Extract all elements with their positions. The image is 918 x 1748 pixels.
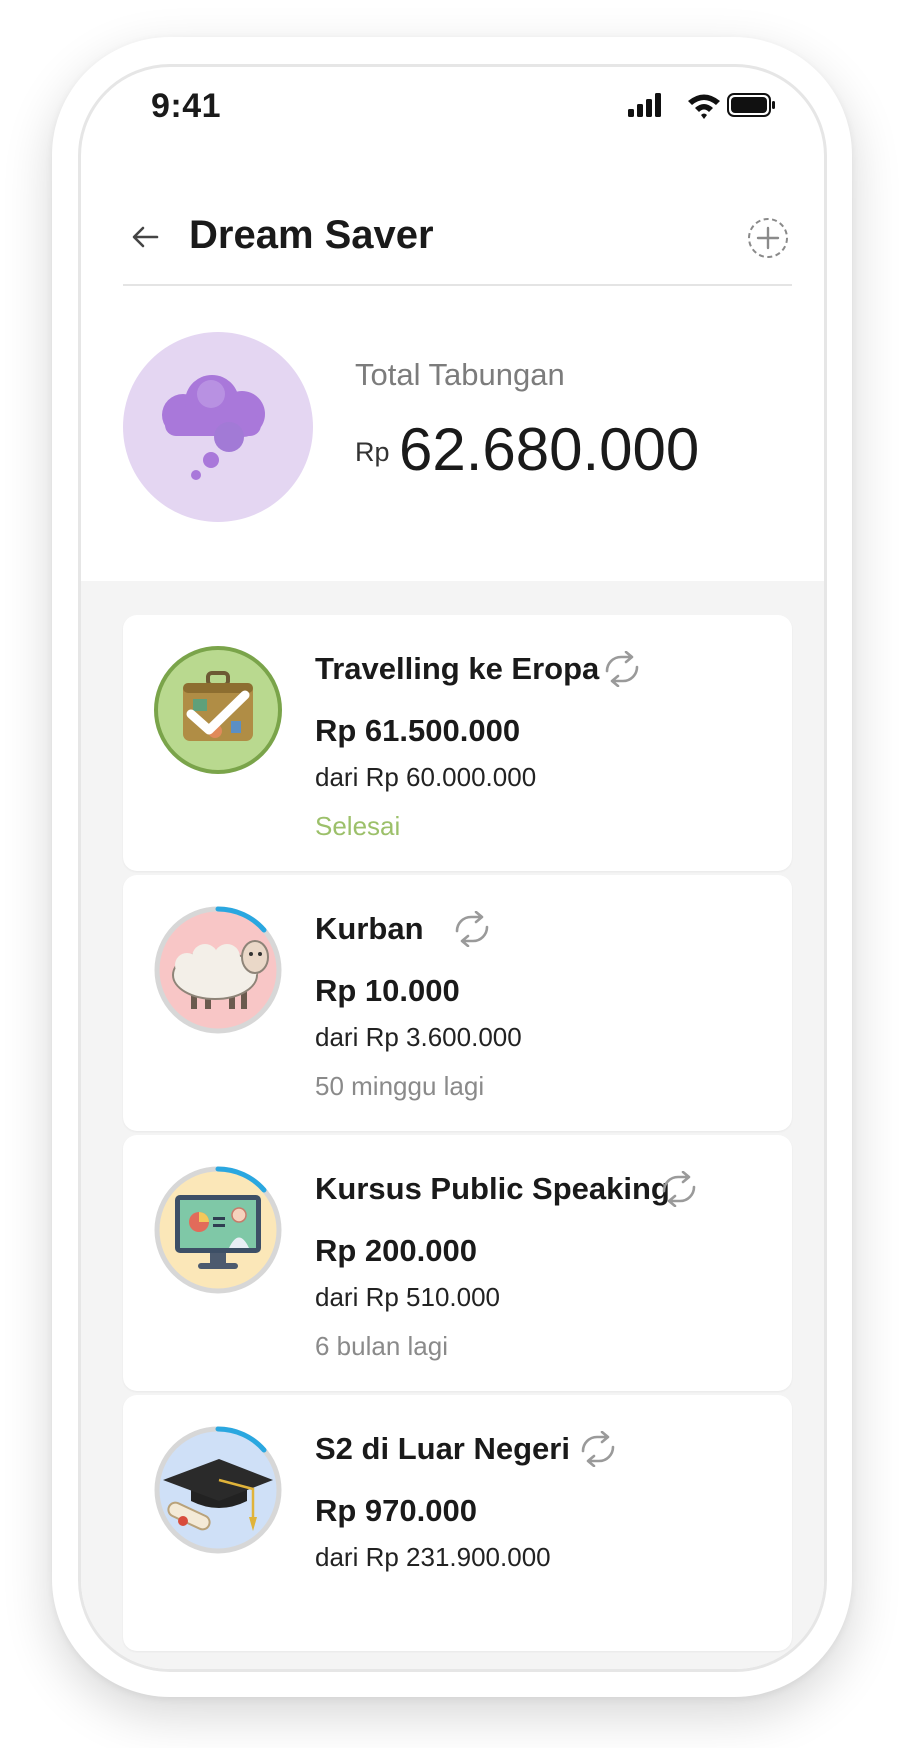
- goal-status: 50 minggu lagi: [315, 1071, 485, 1101]
- goal-amount: Rp 970.000: [315, 1493, 477, 1528]
- add-dashed-icon: [748, 218, 788, 258]
- goal-target: dari Rp 3.600.000: [315, 1022, 522, 1052]
- presentation-icon: [153, 1165, 283, 1295]
- battery-icon: [727, 93, 775, 117]
- add-goal-button[interactable]: [746, 216, 790, 265]
- sheep-icon: [153, 905, 283, 1035]
- total-savings-label: Total Tabungan: [355, 357, 565, 392]
- autodebit-icon[interactable]: [601, 650, 643, 692]
- goal-card[interactable]: Kurban Rp 10.000 dari Rp 3.600.000 50 mi…: [123, 875, 792, 1131]
- goal-card[interactable]: Travelling ke Eropa Rp 61.500.000 dari R…: [123, 615, 792, 871]
- goal-amount: Rp 10.000: [315, 973, 460, 1008]
- total-savings-amount: 62.680.000: [399, 416, 700, 483]
- graduation-cap-icon: [153, 1425, 283, 1555]
- goal-target: dari Rp 231.900.000: [315, 1542, 551, 1572]
- goal-status: Selesai: [315, 811, 401, 841]
- autodebit-icon[interactable]: [577, 1430, 619, 1472]
- back-button[interactable]: [129, 221, 161, 258]
- wifi-icon: [688, 94, 720, 119]
- goal-amount: Rp 200.000: [315, 1233, 477, 1268]
- goal-target: dari Rp 60.000.000: [315, 762, 537, 792]
- goal-name: Travelling ke Eropa: [315, 651, 600, 686]
- suitcase-icon: [153, 645, 283, 775]
- goal-card[interactable]: Kursus Public Speaking Rp 200.000 dari R…: [123, 1135, 792, 1391]
- goal-status: 6 bulan lagi: [315, 1331, 448, 1361]
- goal-target: dari Rp 510.000: [315, 1282, 501, 1312]
- goal-amount: Rp 61.500.000: [315, 713, 521, 748]
- header-divider: [123, 284, 792, 286]
- goal-list: Travelling ke Eropa Rp 61.500.000 dari R…: [81, 581, 824, 1669]
- dream-cloud-icon: [123, 332, 313, 522]
- phone-screen: 9:41 Dream Saver Total Tabungan Rp 62.68…: [78, 64, 827, 1672]
- status-icons: [626, 91, 776, 126]
- status-time: 9:41: [151, 87, 222, 125]
- goal-card[interactable]: S2 di Luar Negeri Rp 970.000 dari Rp 231…: [123, 1395, 792, 1651]
- arrow-left-icon: [132, 226, 159, 248]
- autodebit-icon[interactable]: [451, 910, 493, 952]
- goal-name: S2 di Luar Negeri: [315, 1431, 570, 1466]
- savings-summary: Total Tabungan Rp 62.680.000: [81, 287, 824, 581]
- autodebit-icon[interactable]: [658, 1170, 700, 1212]
- app-header: Dream Saver: [81, 197, 824, 287]
- goal-name: Kurban: [315, 911, 424, 946]
- total-currency: Rp: [355, 437, 390, 467]
- goal-name: Kursus Public Speaking: [315, 1171, 670, 1206]
- signal-icon: [628, 93, 661, 117]
- page-title: Dream Saver: [189, 213, 434, 257]
